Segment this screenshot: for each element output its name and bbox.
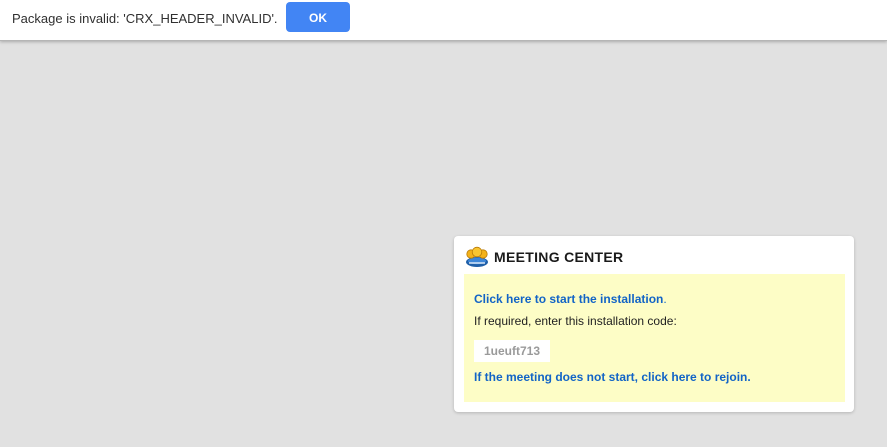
rejoin-line: If the meeting does not start, click her… xyxy=(474,370,751,384)
install-period: . xyxy=(663,292,667,306)
panel-title: MEETING CENTER xyxy=(494,249,624,265)
installation-code-note: If required, enter this installation cod… xyxy=(474,314,677,328)
panel-header: MEETING CENTER xyxy=(465,246,623,268)
error-message: Package is invalid: 'CRX_HEADER_INVALID'… xyxy=(12,11,278,26)
ok-button[interactable]: OK xyxy=(286,2,350,32)
panel-body: Click here to start the installation. If… xyxy=(464,274,845,402)
meeting-center-panel: MEETING CENTER Click here to start the i… xyxy=(454,236,854,412)
meeting-center-logo-icon xyxy=(466,246,488,267)
installation-code: 1ueuft713 xyxy=(474,340,550,362)
rejoin-link[interactable]: If the meeting does not start, click her… xyxy=(474,370,751,384)
start-installation-link[interactable]: Click here to start the installation xyxy=(474,292,663,306)
error-infobar: Package is invalid: 'CRX_HEADER_INVALID'… xyxy=(0,0,887,41)
install-line: Click here to start the installation. xyxy=(474,292,667,306)
